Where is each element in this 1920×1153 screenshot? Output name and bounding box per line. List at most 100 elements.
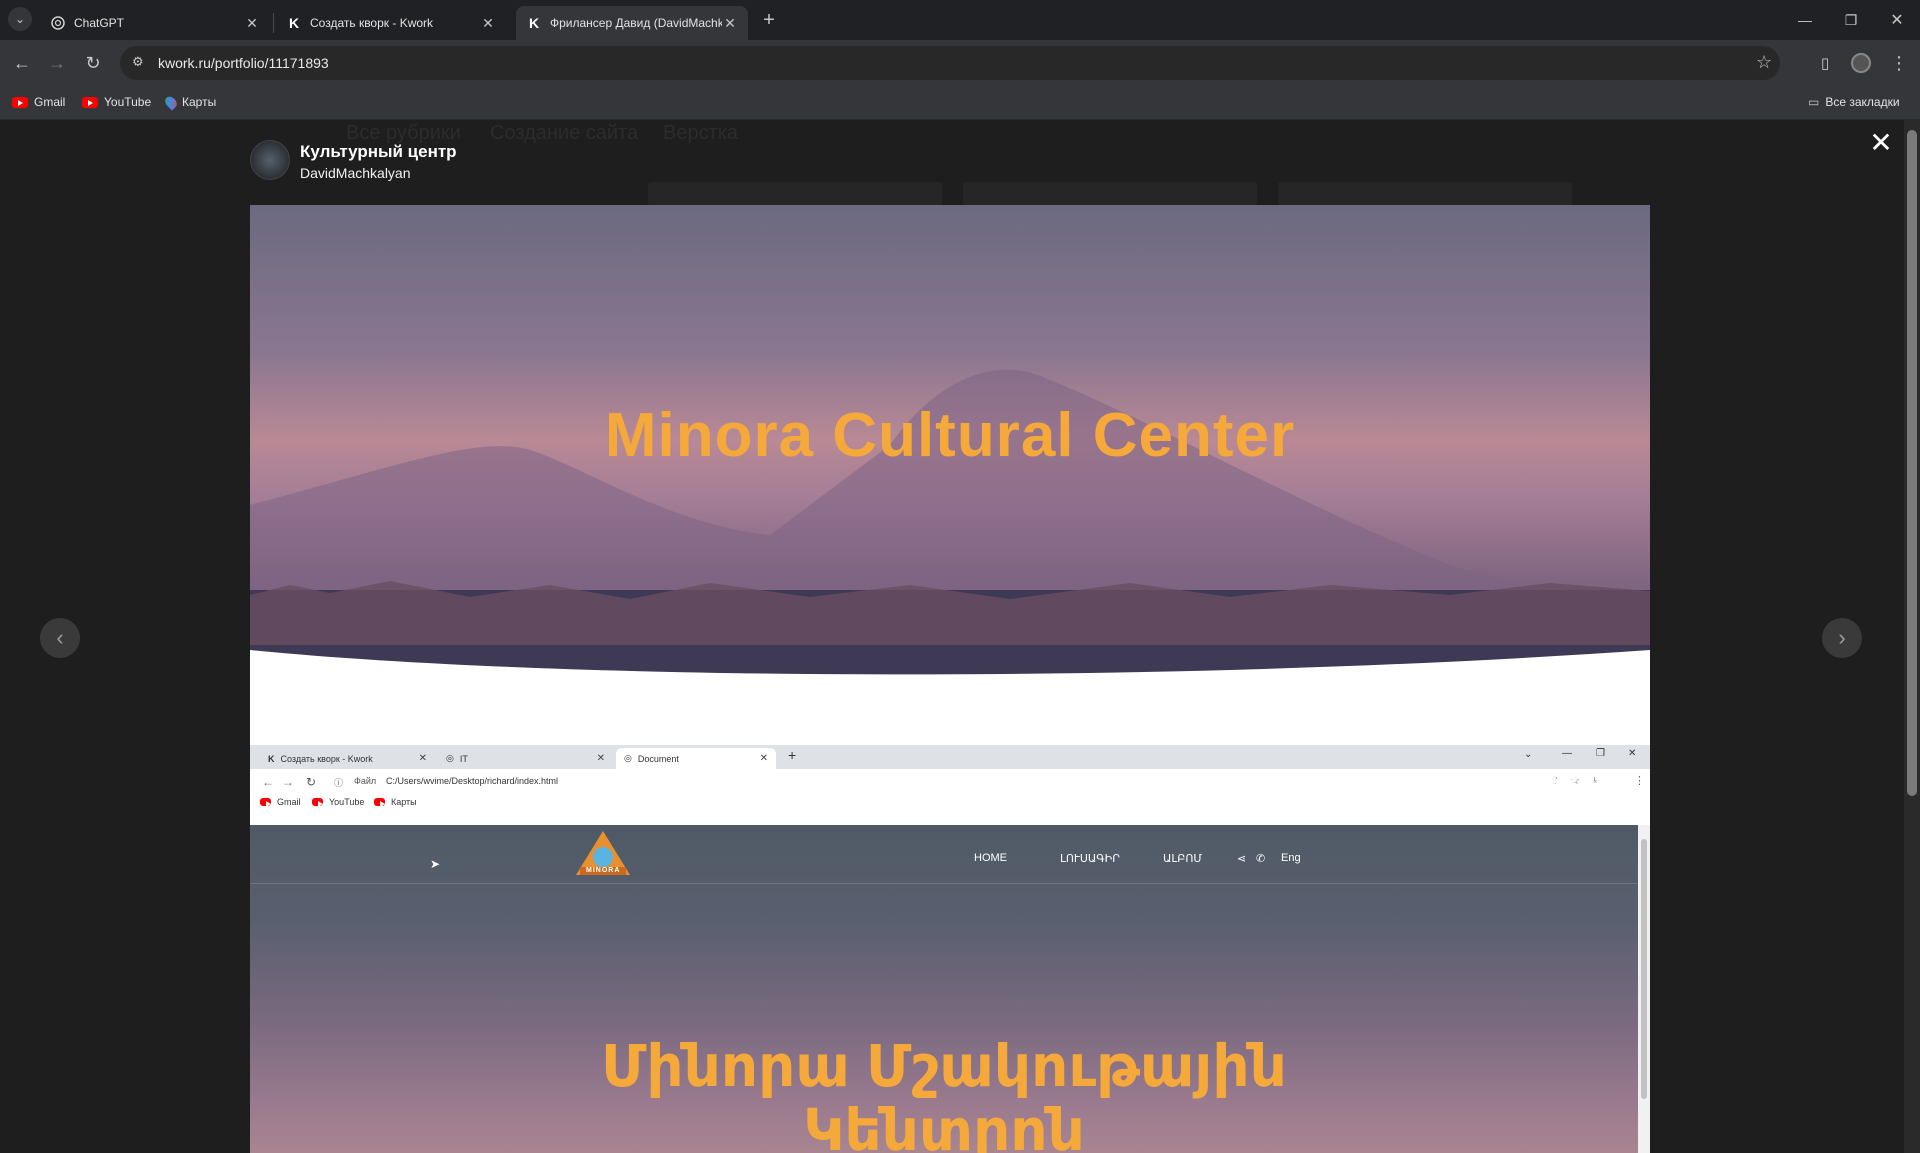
menu-icon: ⋮: [1634, 775, 1645, 787]
kwork-icon: K: [288, 15, 300, 31]
info-icon: ⓘ: [334, 778, 344, 788]
all-bookmarks[interactable]: ▭ Все закладки: [1808, 95, 1900, 109]
reload-icon: ↻: [306, 775, 317, 789]
forward-icon: →: [282, 775, 294, 789]
youtube-icon: [82, 96, 98, 108]
globe-icon: ◎: [624, 753, 632, 763]
menu-icon[interactable]: ⋮: [1886, 50, 1912, 76]
inner-tab: K Создать кворк - Kwork ✕: [260, 748, 435, 769]
kwork-icon: K: [268, 753, 275, 764]
tab-title: ChatGPT: [74, 16, 125, 30]
bg-card: [648, 182, 942, 206]
site-info-icon[interactable]: ⚙: [132, 54, 144, 70]
inner-nav-home: HOME: [974, 852, 1007, 864]
prev-button[interactable]: ‹: [40, 618, 80, 658]
kwork-watermark: KWORK: [1485, 765, 1604, 796]
close-overlay-button[interactable]: ✕: [1866, 128, 1896, 158]
author-name[interactable]: DavidMachkalyan: [300, 165, 411, 181]
inner-title-line2: Կենտրոն: [803, 1098, 1085, 1153]
inner-browser-tabstrip: K Создать кворк - Kwork ✕ ◎ IT ✕ ◎ Docum…: [250, 745, 1650, 769]
chatgpt-icon: [50, 15, 66, 31]
inner-hero-title: Մինորա Մշակութային Կենտրոն: [250, 1035, 1638, 1153]
inner-tab-title: IT: [459, 753, 468, 764]
youtube-icon: [312, 798, 323, 807]
author-avatar[interactable]: [250, 140, 290, 180]
tab-strip: ⌄ ChatGPT ✕ K Создать кворк - Kwork ✕ K …: [0, 0, 1920, 40]
tab-title: Фрилансер Давид (DavidMachkalyan): [550, 16, 722, 30]
inner-bookmark-label: YouTube: [329, 797, 365, 807]
browser-toolbar: ← → ↻ ⚙ kwork.ru/portfolio/11171893 ☆ ▯ …: [0, 40, 1920, 86]
mouse-cursor-icon: ➤: [430, 857, 441, 871]
bookmark-label: YouTube: [104, 95, 152, 109]
page-scrollbar-thumb[interactable]: [1907, 130, 1917, 796]
inner-bookmark-label: Карты: [391, 797, 417, 807]
plus-icon: +: [763, 8, 775, 31]
back-button[interactable]: ←: [9, 50, 35, 76]
close-icon: ✕: [418, 753, 427, 764]
inner-tab: ◎ IT ✕: [438, 748, 613, 769]
close-icon[interactable]: ✕: [244, 15, 260, 32]
portfolio-image: Minora Cultural Center K Создать кворк -…: [250, 205, 1650, 1153]
inner-bookmark: Карты: [374, 797, 417, 807]
close-icon: ✕: [759, 753, 768, 764]
inner-tab-title: Создать кворк - Kwork: [280, 753, 373, 764]
bookmark-label: Gmail: [34, 95, 66, 109]
youtube-icon: [374, 798, 385, 807]
inner-nav-3: ԱԼԲՈՄ: [1163, 853, 1203, 865]
inner-bookmark-label: Gmail: [277, 797, 301, 807]
side-panel-icon[interactable]: ▯: [1812, 50, 1838, 76]
window-close-button[interactable]: ✕: [1884, 7, 1910, 33]
tab-title: Создать кворк - Kwork: [310, 16, 434, 30]
close-icon[interactable]: ✕: [722, 15, 738, 32]
share-icon: ⋖: [1237, 853, 1247, 865]
tab-freelancer-david[interactable]: K Фрилансер Давид (DavidMachkalyan) ✕: [516, 6, 748, 40]
hero-title: Minora Cultural Center: [604, 401, 1296, 470]
next-button[interactable]: ›: [1822, 618, 1862, 658]
tab-divider: [273, 13, 274, 33]
new-tab-button[interactable]: +: [756, 7, 782, 33]
inner-tab-title: Document: [637, 753, 679, 764]
inner-title-line1: Մինորա Մշակութային: [601, 1034, 1287, 1099]
bookmark-star-icon[interactable]: ☆: [1756, 52, 1772, 73]
address-bar[interactable]: ⚙ kwork.ru/portfolio/11171893 ☆: [120, 46, 1780, 80]
folder-icon: ▭: [1808, 95, 1820, 109]
bookmark-youtube[interactable]: YouTube: [82, 95, 151, 109]
phone-icon: ✆: [1256, 853, 1266, 865]
minimize-button[interactable]: —: [1792, 7, 1818, 33]
chevron-down-icon: ⌄: [1524, 749, 1533, 760]
kwork-icon: K: [528, 15, 540, 31]
tab-chatgpt[interactable]: ChatGPT ✕: [40, 6, 270, 40]
bg-card: [1278, 182, 1572, 206]
restore-button[interactable]: ❐: [1838, 7, 1864, 33]
inner-file-label: Файл: [354, 776, 377, 786]
minora-logo: MINORA: [570, 829, 636, 877]
chevron-right-icon: ›: [1838, 625, 1846, 650]
inner-nav-2: ԼՈՒՍԱԳԻՐ: [1060, 853, 1120, 865]
bookmark-maps[interactable]: Карты: [162, 93, 217, 111]
portfolio-overlay: Все рубрики Создание сайта Верстка Культ…: [0, 120, 1920, 1153]
bookmarks-bar: Gmail YouTube Карты ▭ Все закладки: [0, 86, 1920, 120]
portfolio-title: Культурный центр: [300, 142, 457, 161]
bookmark-label: Карты: [182, 95, 217, 109]
inner-bookmark: Gmail: [260, 797, 301, 807]
bg-tab-markup: Верстка: [663, 122, 739, 144]
bg-tab-website: Создание сайта: [490, 122, 639, 144]
tab-kwork-create[interactable]: K Создать кворк - Kwork ✕: [276, 6, 506, 40]
inner-website: MINORA HOME ԼՈՒՍԱԳԻՐ ԱԼԲՈՄ ⋖ ✆ Eng Մինոր…: [250, 825, 1638, 1153]
youtube-icon: [12, 96, 28, 108]
all-bookmarks-label: Все закладки: [1825, 95, 1900, 109]
youtube-icon: [260, 798, 271, 807]
hero-banner: Minora Cultural Center: [250, 205, 1650, 695]
forward-button[interactable]: →: [44, 50, 70, 76]
language-switch: Eng: [1281, 852, 1301, 864]
reload-button[interactable]: ↻: [80, 50, 106, 76]
inner-browser-toolbar: ← → ↻ ⓘ Файл C:/Users/wvime/Desktop/rich…: [250, 769, 1650, 825]
tab-search-button[interactable]: ⌄: [8, 7, 32, 31]
close-icon: ✕: [596, 753, 605, 764]
back-icon: ←: [262, 775, 274, 789]
close-icon[interactable]: ✕: [480, 15, 496, 32]
bookmark-gmail[interactable]: Gmail: [12, 95, 65, 109]
chevron-left-icon: ‹: [56, 625, 64, 650]
inner-url: C:/Users/wvime/Desktop/richard/index.htm…: [386, 776, 559, 786]
profile-avatar[interactable]: [1848, 50, 1874, 76]
